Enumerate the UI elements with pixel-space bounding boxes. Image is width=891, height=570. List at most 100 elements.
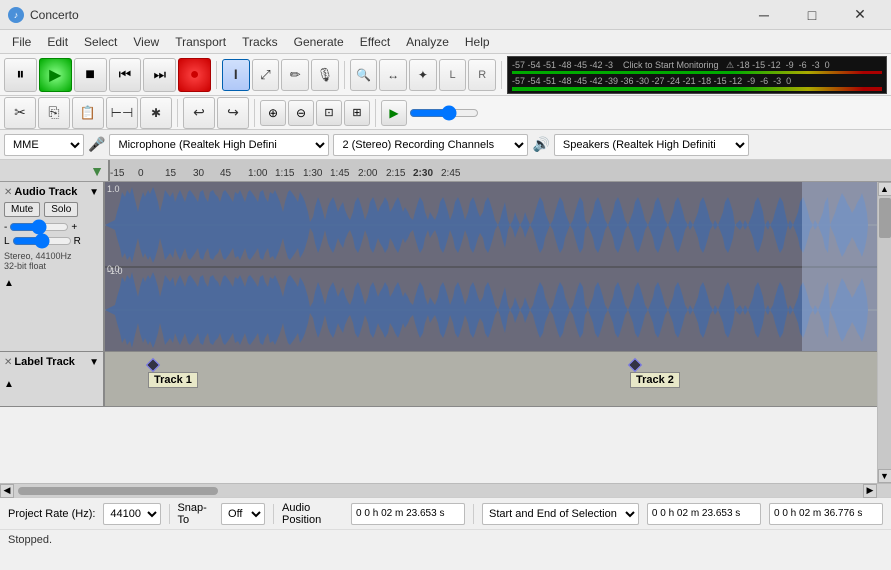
- skip-back-button[interactable]: ⏮: [109, 58, 142, 92]
- skip-fwd-button[interactable]: ⏭: [143, 58, 176, 92]
- record-button[interactable]: ●: [178, 58, 211, 92]
- zoom-sel-button[interactable]: 🔍: [350, 59, 378, 91]
- tm-245: 2:45: [441, 168, 460, 179]
- track2-marker: [630, 360, 640, 372]
- menu-transport[interactable]: Transport: [167, 30, 234, 53]
- play-button[interactable]: ▶: [39, 58, 72, 92]
- scroll-thumb[interactable]: [879, 198, 891, 238]
- track2-label[interactable]: Track 2: [630, 372, 680, 388]
- vu-scale-top: -57 -54 -51 -48 -45 -42 -3 Click to Star…: [512, 59, 882, 71]
- selection-mode-select[interactable]: Start and End of Selection: [482, 503, 639, 525]
- audio-track: ✕ Audio Track ▼ Mute Solo - + L: [0, 182, 877, 352]
- audio-track-expand[interactable]: ▲: [4, 278, 14, 289]
- menu-help[interactable]: Help: [457, 30, 498, 53]
- envelope-tool-button[interactable]: ⤢: [252, 59, 280, 91]
- mute-button[interactable]: Mute: [4, 202, 40, 217]
- waveform-container[interactable]: 1.0 0.0 -1.0: [105, 182, 877, 351]
- scroll-up-arrow[interactable]: ▲: [878, 182, 891, 196]
- app-icon: ♪: [8, 7, 24, 23]
- status-text: Stopped.: [8, 534, 52, 546]
- label-track-name: Label Track: [14, 356, 87, 368]
- tm-45: 45: [220, 168, 231, 179]
- tm-200: 2:00: [358, 168, 377, 179]
- speed-slider[interactable]: [409, 105, 479, 121]
- menu-effect[interactable]: Effect: [352, 30, 398, 53]
- device-row: MME 🎤 Microphone (Realtek High Defini 2 …: [0, 130, 891, 160]
- gain-plus: +: [71, 222, 77, 233]
- draw-tool-button[interactable]: ✏: [281, 59, 309, 91]
- sep3: [501, 61, 502, 89]
- zoom-sel-button2[interactable]: ⊡: [316, 100, 342, 126]
- zoom-out-button[interactable]: ⊖: [288, 100, 314, 126]
- audio-pos-field[interactable]: 0 0 h 02 m 23.653 s: [351, 503, 465, 525]
- undo-button[interactable]: ↩: [183, 97, 215, 129]
- pan-slider[interactable]: [12, 235, 72, 247]
- trim-button[interactable]: ⊢⊣: [106, 97, 138, 129]
- close-button[interactable]: ✕: [837, 0, 883, 30]
- hscroll-left[interactable]: ◀: [0, 484, 14, 498]
- snap-to-select[interactable]: Off: [221, 503, 265, 525]
- silence-button[interactable]: ✱: [140, 97, 172, 129]
- title-bar: ♪ Concerto ─ □ ✕: [0, 0, 891, 30]
- label-track-expand[interactable]: ▲: [4, 379, 14, 390]
- menu-view[interactable]: View: [125, 30, 167, 53]
- gain-r-button[interactable]: R: [468, 59, 496, 91]
- gain-slider[interactable]: [9, 221, 69, 233]
- select-tool-button[interactable]: 𝐈: [222, 59, 250, 91]
- cut-button[interactable]: ✂: [4, 97, 36, 129]
- audio-track-dropdown[interactable]: ▼: [89, 187, 99, 198]
- pan-l: L: [4, 236, 10, 247]
- maximize-button[interactable]: □: [789, 0, 835, 30]
- gain-l-button[interactable]: L: [439, 59, 467, 91]
- multi-tool-button[interactable]: ✦: [409, 59, 437, 91]
- scale-bot-1: -1.0: [107, 266, 123, 276]
- label-track-content[interactable]: Track 1 Track 2: [105, 352, 877, 406]
- label-track-close[interactable]: ✕: [4, 357, 12, 368]
- driver-select[interactable]: MME: [4, 134, 84, 156]
- horizontal-scrollbar[interactable]: ◀ ▶: [0, 483, 891, 497]
- paste-button[interactable]: 📋: [72, 97, 104, 129]
- status-bar: Stopped.: [0, 530, 891, 550]
- menu-generate[interactable]: Generate: [286, 30, 352, 53]
- track1-label[interactable]: Track 1: [148, 372, 198, 388]
- audio-track-name: Audio Track: [14, 186, 87, 198]
- scroll-down-arrow[interactable]: ▼: [878, 469, 891, 483]
- stop-button[interactable]: ■: [74, 58, 107, 92]
- zoom-fit-button[interactable]: ⊞: [344, 100, 370, 126]
- solo-button[interactable]: Solo: [44, 202, 78, 217]
- sel-start-field[interactable]: 0 0 h 02 m 23.653 s: [647, 503, 761, 525]
- vu-meter-area[interactable]: -57 -54 -51 -48 -45 -42 -3 Click to Star…: [507, 56, 887, 94]
- microphone-select[interactable]: Microphone (Realtek High Defini: [109, 134, 329, 156]
- menu-file[interactable]: File: [4, 30, 39, 53]
- tm-100: 1:00: [248, 168, 267, 179]
- zoom-in-button[interactable]: ⊕: [260, 100, 286, 126]
- channels-select[interactable]: 2 (Stereo) Recording Channels: [333, 134, 528, 156]
- sep1: [216, 61, 217, 89]
- vertical-scrollbar[interactable]: ▲ ▼: [877, 182, 891, 483]
- tm-130: 1:30: [303, 168, 322, 179]
- menu-tracks[interactable]: Tracks: [234, 30, 286, 53]
- menu-analyze[interactable]: Analyze: [398, 30, 457, 53]
- pause-button[interactable]: ⏸: [4, 58, 37, 92]
- timeline-ruler[interactable]: -15 0 15 30 45 1:00 1:15 1:30 1:45 2:00 …: [110, 160, 891, 181]
- sel-end-field[interactable]: 0 0 h 02 m 36.776 s: [769, 503, 883, 525]
- speaker-select[interactable]: Speakers (Realtek High Definiti: [554, 134, 749, 156]
- hscroll-thumb[interactable]: [18, 487, 218, 495]
- menu-select[interactable]: Select: [76, 30, 125, 53]
- minimize-button[interactable]: ─: [741, 0, 787, 30]
- sep2: [344, 61, 345, 89]
- mic-tool-button[interactable]: 🎙: [311, 59, 339, 91]
- project-rate-select[interactable]: 44100: [103, 503, 160, 525]
- copy-button[interactable]: ⎘: [38, 97, 70, 129]
- menu-edit[interactable]: Edit: [39, 30, 76, 53]
- redo-button[interactable]: ↪: [217, 97, 249, 129]
- divider3: [473, 504, 474, 524]
- toolbar-transport: ⏸ ▶ ■ ⏮ ⏭ ● 𝐈 ⤢ ✏ 🎙 🔍 ↔ ✦ L R -57 -54 -5…: [0, 54, 891, 96]
- tm-215: 2:15: [386, 168, 405, 179]
- hscroll-right[interactable]: ▶: [863, 484, 877, 498]
- vu-bar-bottom: [512, 87, 882, 91]
- audio-track-close[interactable]: ✕: [4, 187, 12, 198]
- time-shift-button[interactable]: ↔: [379, 59, 407, 91]
- label-track-dropdown[interactable]: ▼: [89, 357, 99, 368]
- play-at-speed-button[interactable]: ▶: [381, 100, 407, 126]
